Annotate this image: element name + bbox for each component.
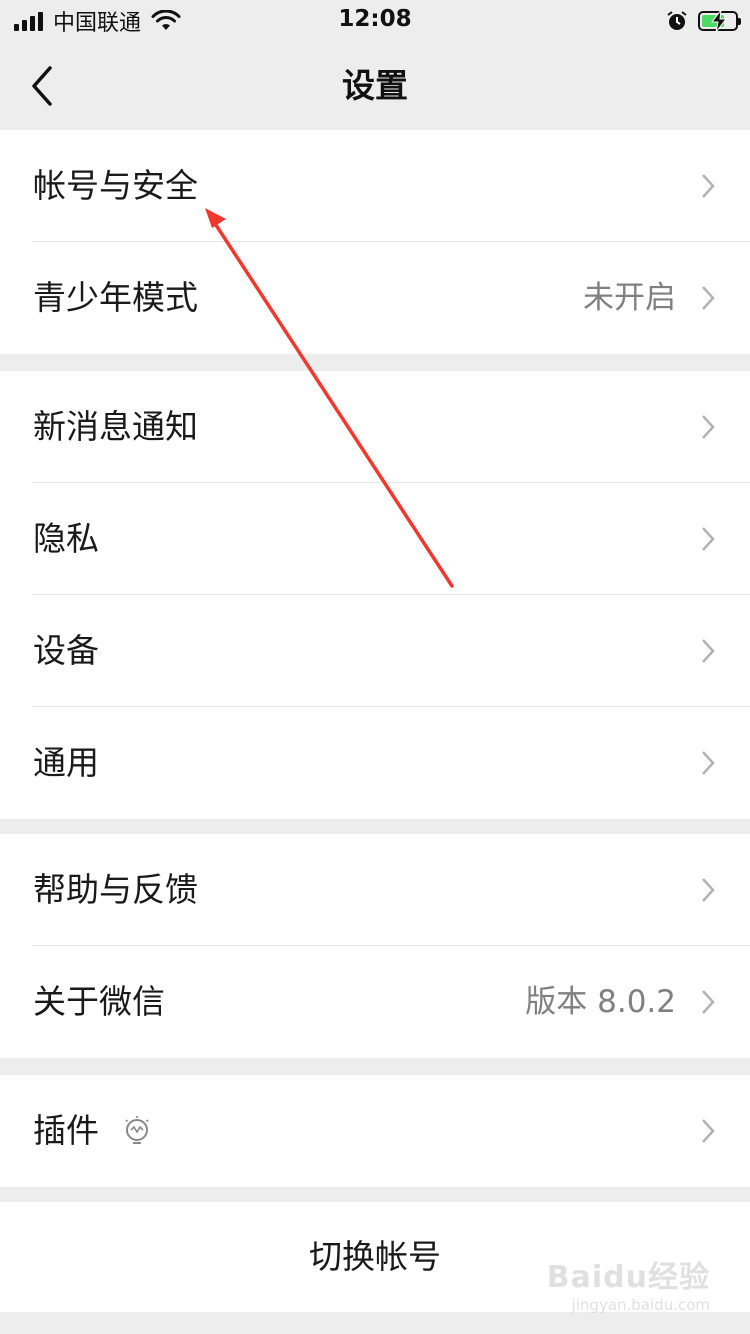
settings-group-account: 帐号与安全 青少年模式 未开启 (0, 130, 750, 354)
status-time: 12:08 (338, 6, 412, 32)
setting-row-teen-mode[interactable]: 青少年模式 未开启 (0, 242, 750, 354)
setting-value: 未开启 (583, 280, 676, 316)
setting-label: 帐号与安全 (33, 166, 198, 205)
setting-row-about-wechat[interactable]: 关于微信 版本 8.0.2 (0, 946, 750, 1058)
setting-label: 帮助与反馈 (33, 870, 198, 909)
watermark-logo: Baidu经验 (546, 1260, 710, 1295)
setting-row-devices[interactable]: 设备 (0, 595, 750, 707)
setting-label: 隐私 (33, 519, 99, 558)
navigation-bar: 设置 (0, 42, 750, 130)
chevron-right-icon (702, 751, 715, 775)
setting-label: 关于微信 (33, 982, 165, 1021)
setting-label: 插件 (33, 1111, 99, 1150)
alarm-icon (667, 11, 687, 30)
setting-label: 通用 (33, 743, 99, 782)
watermark-url: jingyan.baidu.com (571, 1296, 710, 1314)
charging-bolt-icon (711, 10, 728, 32)
setting-row-help-feedback[interactable]: 帮助与反馈 (0, 834, 750, 946)
setting-row-account-security[interactable]: 帐号与安全 (0, 130, 750, 242)
settings-group-about: 帮助与反馈 关于微信 版本 8.0.2 (0, 834, 750, 1058)
settings-group-general: 新消息通知 隐私 设备 通用 (0, 371, 750, 819)
chevron-right-icon (702, 415, 715, 439)
chevron-right-icon (702, 527, 715, 551)
setting-row-notifications[interactable]: 新消息通知 (0, 371, 750, 483)
setting-label: 新消息通知 (33, 407, 198, 446)
chevron-right-icon (702, 990, 715, 1014)
battery-icon (698, 10, 741, 32)
setting-row-general[interactable]: 通用 (0, 707, 750, 819)
setting-label: 设备 (33, 631, 99, 670)
setting-row-privacy[interactable]: 隐私 (0, 483, 750, 595)
lightbulb-icon (125, 1116, 149, 1144)
status-bar: 中国联通 12:08 (0, 0, 750, 42)
settings-group-plugins: 插件 (0, 1075, 750, 1187)
setting-value: 版本 8.0.2 (525, 984, 676, 1020)
setting-row-plugins[interactable]: 插件 (0, 1075, 750, 1187)
chevron-right-icon (702, 878, 715, 902)
setting-label: 青少年模式 (33, 278, 198, 317)
watermark: Baidu经验 jingyan.baidu.com (547, 1252, 710, 1314)
page-title: 设置 (342, 66, 408, 105)
chevron-right-icon (702, 1119, 715, 1143)
chevron-right-icon (702, 639, 715, 663)
chevron-right-icon (702, 174, 715, 198)
chevron-right-icon (702, 286, 715, 310)
